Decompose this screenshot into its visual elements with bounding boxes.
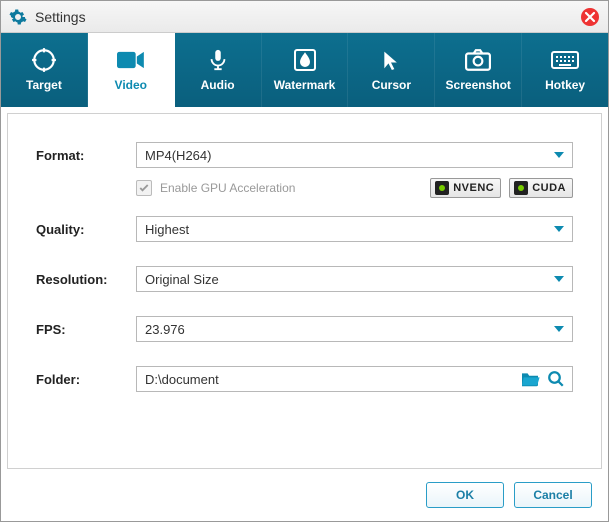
nvidia-icon [514, 181, 528, 195]
quality-value: Highest [145, 222, 189, 237]
tab-target[interactable]: Target [1, 33, 88, 107]
video-icon [117, 48, 145, 72]
close-button[interactable] [580, 7, 600, 27]
gear-icon [9, 8, 27, 26]
settings-body: Format: MP4(H264) Enable GPU Acceleratio… [7, 113, 602, 469]
folder-field[interactable]: D:\document [136, 366, 573, 392]
resolution-value: Original Size [145, 272, 219, 287]
titlebar: Settings [1, 1, 608, 33]
quality-label: Quality: [36, 222, 136, 237]
format-value: MP4(H264) [145, 148, 211, 163]
chevron-down-icon [554, 326, 564, 332]
tab-label: Hotkey [545, 78, 585, 92]
fps-value: 23.976 [145, 322, 185, 337]
resolution-select[interactable]: Original Size [136, 266, 573, 292]
window-title: Settings [35, 9, 580, 25]
quality-select[interactable]: Highest [136, 216, 573, 242]
row-folder: Folder: D:\document [36, 366, 573, 392]
row-resolution: Resolution: Original Size [36, 266, 573, 292]
camera-icon [464, 48, 492, 72]
gpu-label: Enable GPU Acceleration [160, 181, 422, 195]
tab-video[interactable]: Video [88, 33, 175, 107]
tab-label: Watermark [274, 78, 336, 92]
folder-value: D:\document [145, 372, 219, 387]
tab-hotkey[interactable]: Hotkey [522, 33, 608, 107]
cursor-icon [377, 48, 405, 72]
format-label: Format: [36, 148, 136, 163]
tabs: Target Video Audio Watermark Cursor [1, 33, 608, 107]
chevron-down-icon [554, 152, 564, 158]
chevron-down-icon [554, 226, 564, 232]
tab-cursor[interactable]: Cursor [348, 33, 435, 107]
tab-screenshot[interactable]: Screenshot [435, 33, 522, 107]
browse-button[interactable] [546, 370, 566, 388]
tab-label: Target [26, 78, 62, 92]
folder-label: Folder: [36, 372, 136, 387]
cuda-badge: CUDA [509, 178, 573, 198]
keyboard-icon [551, 48, 579, 72]
fps-label: FPS: [36, 322, 136, 337]
mic-icon [204, 48, 232, 72]
tab-label: Audio [201, 78, 235, 92]
settings-window: Settings Target Video Audio [0, 0, 609, 522]
tab-watermark[interactable]: Watermark [262, 33, 349, 107]
row-format: Format: MP4(H264) [36, 142, 573, 168]
chevron-down-icon [554, 276, 564, 282]
tab-label: Cursor [372, 78, 411, 92]
row-gpu: Enable GPU Acceleration NVENC CUDA [36, 178, 573, 198]
cancel-button[interactable]: Cancel [514, 482, 592, 508]
tab-label: Screenshot [446, 78, 511, 92]
row-fps: FPS: 23.976 [36, 316, 573, 342]
ok-button[interactable]: OK [426, 482, 504, 508]
footer: OK Cancel [1, 469, 608, 521]
fps-select[interactable]: 23.976 [136, 316, 573, 342]
tab-audio[interactable]: Audio [175, 33, 262, 107]
target-icon [30, 48, 58, 72]
open-folder-button[interactable] [520, 370, 540, 388]
nvidia-icon [435, 181, 449, 195]
gpu-checkbox[interactable] [136, 180, 152, 196]
tab-label: Video [115, 78, 147, 92]
row-quality: Quality: Highest [36, 216, 573, 242]
resolution-label: Resolution: [36, 272, 136, 287]
format-select[interactable]: MP4(H264) [136, 142, 573, 168]
watermark-icon [291, 48, 319, 72]
nvenc-badge: NVENC [430, 178, 501, 198]
